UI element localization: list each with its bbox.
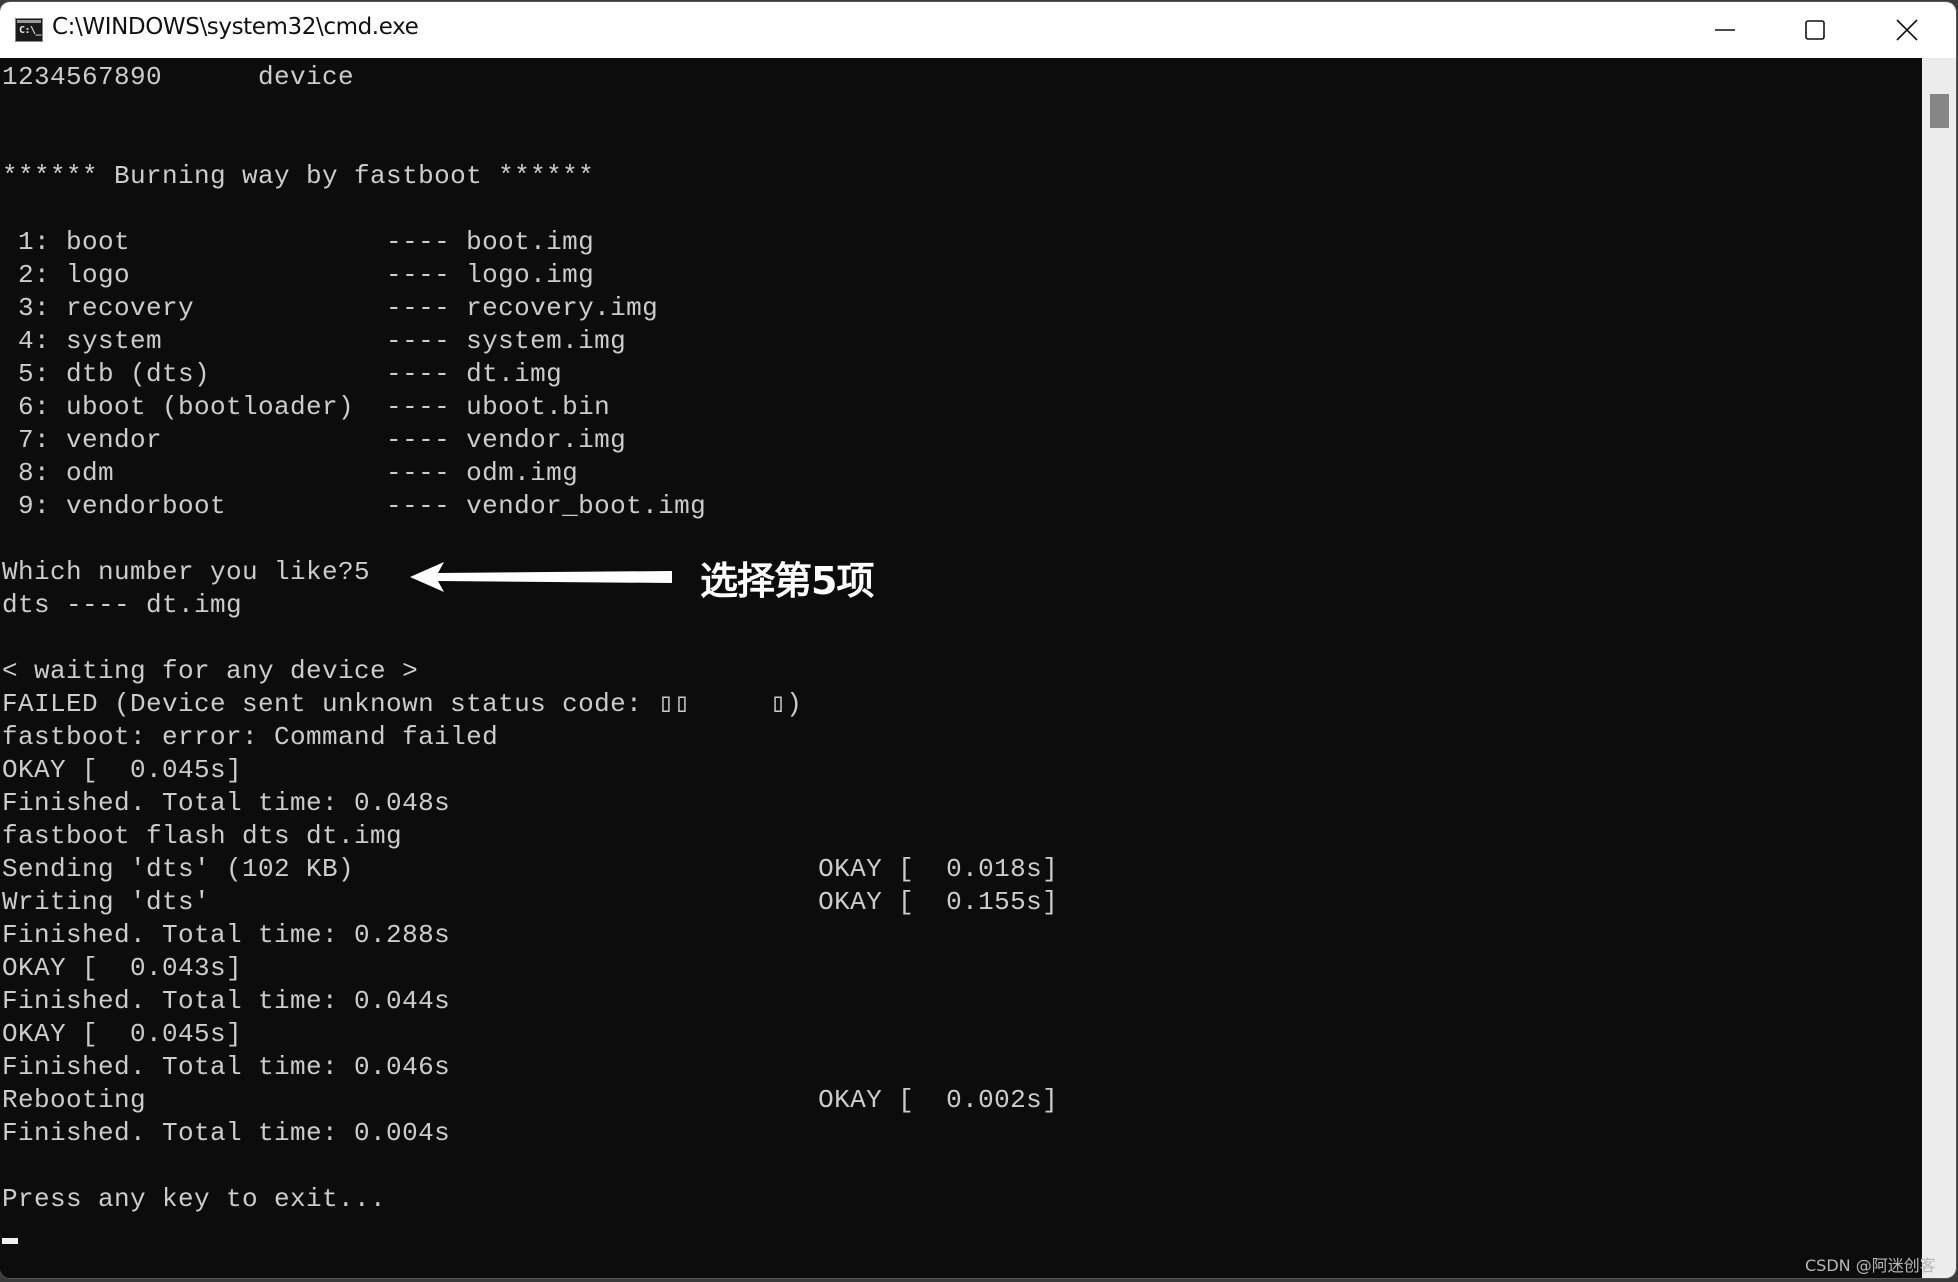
console-line: Which number you like?5 — [2, 557, 371, 587]
console-output[interactable]: 1234567890 device ****** Burning way by f… — [0, 58, 1922, 1278]
console-line: Press any key to exit... — [2, 1184, 387, 1214]
console-line: ****** Burning way by fastboot ****** — [2, 161, 595, 191]
console-line: Finished. Total time: 0.048s — [2, 788, 451, 818]
vertical-scrollbar[interactable] — [1922, 58, 1956, 1278]
arrow-left-icon — [410, 562, 672, 592]
console-line: 7: vendor ---- vendor.img — [2, 425, 627, 455]
console-line: Rebooting OKAY [ 0.002s] — [2, 1085, 1059, 1115]
minimize-button[interactable] — [1680, 2, 1770, 58]
maximize-icon — [1805, 20, 1825, 40]
console-line: OKAY [ 0.045s] — [2, 755, 243, 785]
console-line: < waiting for any device > — [2, 656, 419, 686]
title-bar[interactable]: C:\_ C:\WINDOWS\system32\cmd.exe — [0, 2, 1956, 58]
console-line: 4: system ---- system.img — [2, 326, 627, 356]
console-line: Sending 'dts' (102 KB) OKAY [ 0.018s] — [2, 854, 1059, 884]
console-line: Finished. Total time: 0.046s — [2, 1052, 451, 1082]
scrollbar-thumb[interactable] — [1930, 94, 1949, 128]
console-line: Finished. Total time: 0.288s — [2, 920, 451, 950]
console-line: 5: dtb (dts) ---- dt.img — [2, 359, 563, 389]
minimize-icon — [1715, 29, 1735, 31]
console-line: Finished. Total time: 0.004s — [2, 1118, 451, 1148]
console-line: 3: recovery ---- recovery.img — [2, 293, 659, 323]
close-button[interactable] — [1862, 2, 1952, 58]
close-icon — [1896, 19, 1918, 41]
console-line: OKAY [ 0.045s] — [2, 1019, 243, 1049]
console-line: Finished. Total time: 0.044s — [2, 986, 451, 1016]
console-line: dts ---- dt.img — [2, 590, 243, 620]
console-line: OKAY [ 0.043s] — [2, 953, 243, 983]
annotation-label: 选择第5项 — [700, 559, 874, 603]
console-line: 8: odm ---- odm.img — [2, 458, 579, 488]
text-cursor — [2, 1238, 18, 1244]
console-line: 9: vendorboot ---- vendor_boot.img — [2, 491, 707, 521]
maximize-button[interactable] — [1770, 2, 1860, 58]
console-line: fastboot: error: Command failed — [2, 722, 499, 752]
console-line: 1234567890 device — [2, 62, 355, 92]
cmd-icon-glyph: C:\_ — [19, 25, 42, 36]
cmd-icon: C:\_ — [15, 18, 43, 42]
console-line: 2: logo ---- logo.img — [2, 260, 595, 290]
console-line: fastboot flash dts dt.img — [2, 821, 403, 851]
cmd-window: C:\_ C:\WINDOWS\system32\cmd.exe 1234567… — [0, 2, 1956, 1278]
console-line: FAILED (Device sent unknown status code:… — [2, 689, 803, 719]
console-line: Writing 'dts' OKAY [ 0.155s] — [2, 887, 1059, 917]
watermark: CSDN @阿迷创客 — [1805, 1256, 1936, 1275]
window-title: C:\WINDOWS\system32\cmd.exe — [52, 14, 419, 40]
console-line: 1: boot ---- boot.img — [2, 227, 595, 257]
console-line: 6: uboot (bootloader) ---- uboot.bin — [2, 392, 611, 422]
